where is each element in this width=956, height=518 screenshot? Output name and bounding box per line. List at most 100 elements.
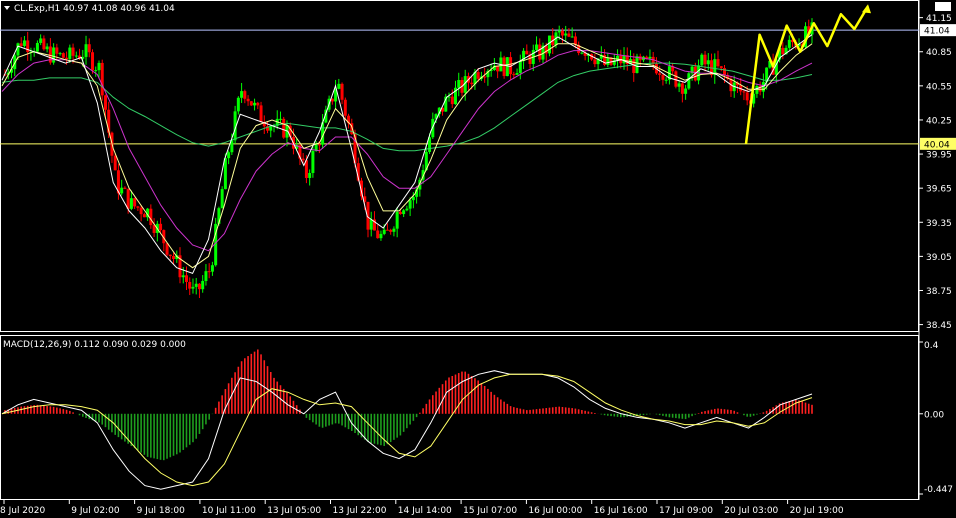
candle-body [376, 230, 380, 239]
price-tick-label: 39.95 [926, 151, 952, 161]
candle-body [408, 200, 412, 209]
candle-body [680, 83, 684, 94]
candle-body [253, 102, 257, 106]
level-label-1: 40.04 [924, 140, 950, 150]
candle-body [664, 79, 668, 81]
candle-body [483, 76, 487, 78]
candle-body [197, 283, 201, 290]
candle-body [61, 53, 65, 58]
candle-body [398, 211, 402, 215]
price-tick-label: 40.55 [926, 82, 952, 92]
candle-body [518, 61, 522, 74]
candle-body [282, 118, 286, 138]
candle-body [269, 126, 273, 131]
candle-body [159, 223, 163, 231]
time-tick-label: 9 Jul 02:00 [71, 506, 120, 516]
price-tick-label: 40.85 [926, 48, 952, 58]
candle-body [42, 38, 46, 50]
candle-body [22, 40, 26, 46]
candle-body [395, 211, 399, 229]
candle-body [405, 208, 409, 211]
candle-body [343, 99, 347, 116]
candle-body [123, 187, 127, 189]
candle-body [278, 118, 282, 120]
candle-body [476, 72, 480, 79]
candle-body [580, 52, 584, 54]
candle-body [256, 102, 260, 106]
candle-body [402, 210, 406, 215]
candle-body [745, 92, 749, 101]
time-tick-label: 20 Jul 19:00 [790, 506, 844, 516]
candle-body [301, 158, 305, 161]
candle-body [243, 91, 247, 99]
candle-body [259, 105, 263, 122]
candle-body [742, 91, 746, 93]
candle-body [515, 73, 519, 75]
candle-body [658, 73, 662, 75]
ma-long-line [1, 62, 813, 152]
candle-body [470, 82, 474, 85]
macd-line [1, 370, 813, 490]
projection-arrowhead-icon [862, 4, 871, 14]
candle-body [94, 70, 98, 72]
time-axis: 8 Jul 2020 9 Jul 02:00 9 Jul 18:00 10 Jul 1… [0, 500, 844, 516]
candle-body [55, 47, 59, 54]
candle-body [194, 283, 198, 287]
candle-body [684, 88, 688, 94]
candle-body [120, 187, 124, 194]
candle-body [674, 71, 678, 87]
candle-body [512, 74, 516, 76]
candle-body [567, 33, 571, 37]
level-label-0: 41.04 [924, 27, 950, 37]
candle-body [755, 85, 759, 94]
time-tick-label: 13 Jul 05:00 [267, 506, 321, 516]
candle-body [136, 206, 140, 208]
candle-body [632, 59, 636, 73]
candle-body [227, 152, 231, 159]
candle-body [133, 198, 137, 207]
candle-body [564, 33, 568, 36]
candle-body [168, 254, 172, 257]
candle-body [65, 57, 69, 59]
candle-body [97, 62, 101, 71]
candle-body [502, 57, 506, 77]
candle-body [385, 229, 389, 231]
candle-body [648, 56, 652, 59]
candle-body [389, 229, 393, 232]
candle-body [622, 55, 626, 64]
candle-body [787, 39, 791, 48]
candle-body [719, 66, 723, 69]
candle-body [703, 54, 707, 65]
price-axis: 41.15 40.85 40.55 40.25 39.95 39.65 39.35 39.05… [919, 14, 952, 331]
price-tick-label: 39.05 [926, 253, 952, 263]
candle-body [570, 36, 574, 38]
candle-body [560, 30, 564, 36]
candle-body [722, 68, 726, 76]
candle-body [84, 44, 88, 57]
candle-body [223, 158, 227, 190]
candle-body [210, 265, 214, 272]
price-tick-label: 40.25 [926, 116, 952, 126]
candle-body [450, 96, 454, 105]
time-tick-label: 14 Jul 14:00 [398, 506, 452, 516]
corner-box-icon [935, 2, 951, 11]
macd-histogram-group [4, 349, 813, 461]
macd-axis: 0.4 0.00 -0.447 [919, 341, 953, 495]
candle-body [781, 47, 785, 55]
time-tick-label: 13 Jul 22:00 [333, 506, 387, 516]
candle-body [379, 233, 383, 239]
candle-body [87, 44, 91, 53]
candle-body [19, 43, 23, 46]
dropdown-triangle-icon[interactable] [4, 6, 10, 10]
macd-tick-label: 0.4 [924, 341, 939, 351]
candle-body [71, 47, 75, 56]
time-tick-label: 10 Jul 11:00 [202, 506, 256, 516]
candle-body [340, 83, 344, 100]
candle-body [149, 208, 153, 226]
candle-body [593, 59, 597, 65]
time-tick-label: 17 Jul 09:00 [659, 506, 713, 516]
candle-body [535, 44, 539, 50]
candle-body [35, 42, 39, 52]
time-tick-label: 16 Jul 00:00 [528, 506, 582, 516]
candle-body [240, 91, 244, 98]
